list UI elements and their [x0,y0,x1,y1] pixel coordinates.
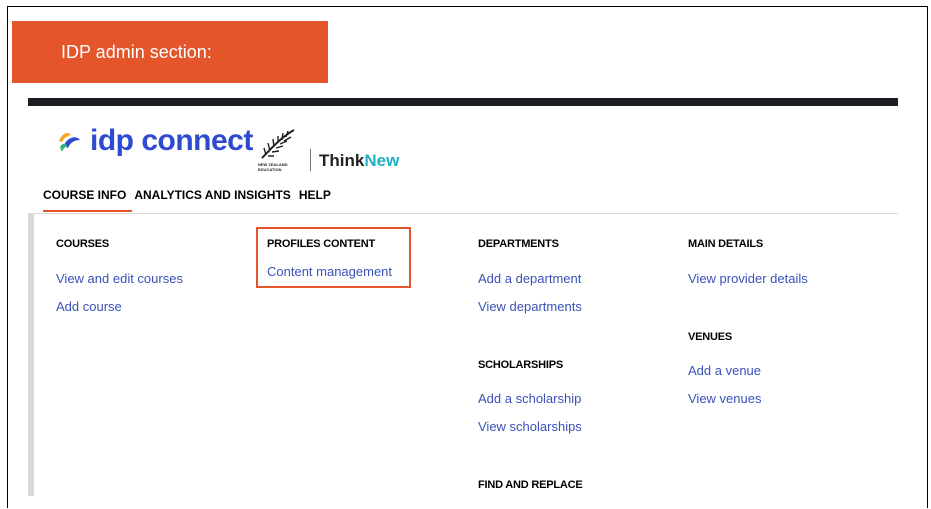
idp-connect-logo[interactable]: idp connect [56,124,253,158]
thinknew-logo: ThinkNew [319,151,399,171]
view-scholarships-link[interactable]: View scholarships [478,419,582,434]
profiles-content-section: PROFILES CONTENT [267,238,375,250]
add-scholarship-link[interactable]: Add a scholarship [478,391,581,406]
nz-caption: NEW ZEALAND EDUCATION [258,162,288,172]
course-info-menu [28,213,898,509]
logo-divider [310,149,311,171]
add-course-link[interactable]: Add course [56,299,122,314]
tab-help[interactable]: HELP [299,188,331,202]
find-and-replace-section: FIND AND REPLACE [478,479,583,491]
view-venues-link[interactable]: View venues [688,391,761,406]
add-department-link[interactable]: Add a department [478,271,581,286]
view-departments-link[interactable]: View departments [478,299,582,314]
top-bar [28,98,898,106]
view-provider-details-link[interactable]: View provider details [688,271,808,286]
main-nav: COURSE INFO ANALYTICS AND INSIGHTS HELP [43,188,339,212]
callout-label: IDP admin section: [61,41,212,62]
departments-heading: DEPARTMENTS [478,238,559,250]
main-details-section: MAIN DETAILS [688,238,763,250]
menu-left-rail [28,213,34,496]
departments-section: DEPARTMENTS [478,238,559,250]
courses-heading: COURSES [56,238,109,250]
admin-section-callout: IDP admin section: [12,21,328,83]
tab-analytics-and-insights[interactable]: ANALYTICS AND INSIGHTS [134,188,290,202]
courses-section: COURSES [56,238,109,250]
idp-flame-icon [59,133,80,152]
think-text: Think [319,151,365,170]
scholarships-heading: SCHOLARSHIPS [478,359,563,371]
venues-section: VENUES [688,331,732,343]
nz-fern-icon: NEW ZEALAND EDUCATION [258,126,298,174]
idp-logo-text: idp connect [90,124,253,157]
profiles-content-heading: PROFILES CONTENT [267,238,376,250]
tab-course-info[interactable]: COURSE INFO [43,188,133,212]
find-and-replace-heading[interactable]: FIND AND REPLACE [478,479,583,491]
main-details-heading: MAIN DETAILS [688,238,764,250]
nz-education-logo: NEW ZEALAND EDUCATION ThinkNew [258,124,399,174]
new-text: New [364,151,400,170]
venues-heading: VENUES [688,331,733,343]
add-venue-link[interactable]: Add a venue [688,363,761,378]
scholarships-section: SCHOLARSHIPS [478,359,563,371]
content-management-link[interactable]: Content management [267,264,392,279]
view-and-edit-courses-link[interactable]: View and edit courses [56,271,183,286]
